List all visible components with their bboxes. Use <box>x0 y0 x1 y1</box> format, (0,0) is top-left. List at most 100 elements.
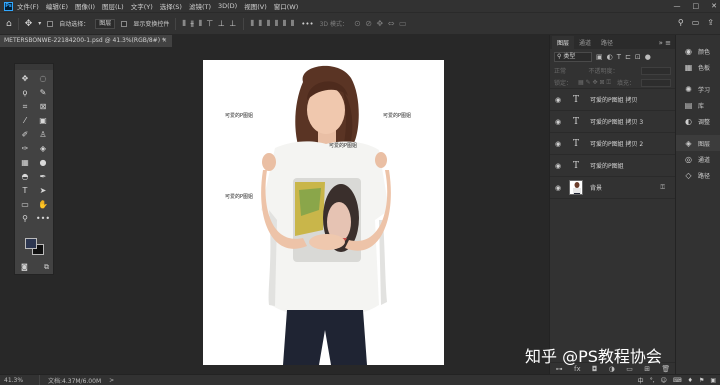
zoom-tool-icon[interactable]: ⚲ <box>16 212 34 226</box>
path-select-tool-icon[interactable]: ➤ <box>34 184 52 198</box>
canvas-text-layer[interactable]: 可爱的P图姐 <box>225 112 253 119</box>
menu-filter[interactable]: 滤镜(T) <box>189 1 211 11</box>
fill-field[interactable] <box>640 78 671 87</box>
auto-select-checkbox[interactable] <box>47 20 54 27</box>
layer-row[interactable]: ◉ T 可爱的P图姐 拷贝 <box>550 89 675 111</box>
close-button[interactable]: ✕ <box>711 2 717 10</box>
canvas-text-layer[interactable]: 可爱的P图姐 <box>225 193 253 200</box>
more-tools-icon[interactable]: ••• <box>34 212 52 226</box>
filter-pixel-icon[interactable]: ▣ <box>596 53 603 61</box>
menu-select[interactable]: 选择(S) <box>160 1 182 11</box>
menu-3d[interactable]: 3D(D) <box>218 2 237 10</box>
blend-mode-dropdown[interactable]: 正常 <box>554 66 566 75</box>
document-canvas[interactable]: 可爱的P图姐 可爱的P图姐 可爱的P图姐 可爱的P图姐 <box>203 60 444 365</box>
auto-select-dropdown[interactable]: 图层 <box>95 18 116 29</box>
3d-mode-icons[interactable]: ⊙ ⊘ ✥ ⇔ ▭ <box>354 19 408 28</box>
stamp-tool-icon[interactable]: ♙ <box>34 128 52 142</box>
align-buttons-icon[interactable]: ⫴ ⫵ ⫴ ⊤ ⊥ ⊥ <box>182 19 237 29</box>
move-tool-icon[interactable]: ✥ <box>25 19 33 29</box>
filter-smart-icon[interactable]: ⊡ <box>635 53 641 61</box>
tab-channels[interactable]: 通道 <box>574 36 596 49</box>
menu-view[interactable]: 视图(V) <box>244 1 267 11</box>
tab-paths[interactable]: 路径 <box>596 36 618 49</box>
menu-image[interactable]: 图像(I) <box>75 1 95 11</box>
move-tool-icon[interactable]: ✥ <box>16 72 34 86</box>
layer-name[interactable]: 可爱的P图姐 拷贝 <box>590 95 638 104</box>
delete-layer-icon[interactable]: 🗑 <box>661 365 670 373</box>
canvas-text-layer[interactable]: 可爱的P图姐 <box>383 112 411 119</box>
ime-indicator[interactable]: 中 <box>638 376 644 385</box>
crop-tool-icon[interactable]: ⌗ <box>16 100 34 114</box>
layer-name[interactable]: 可爱的P图姐 拷贝 3 <box>590 117 643 126</box>
menu-type[interactable]: 文字(Y) <box>131 1 153 11</box>
visibility-eye-icon[interactable]: ◉ <box>550 118 566 126</box>
dock-item-paths[interactable]: ◇ 路径 <box>676 167 720 183</box>
menu-layer[interactable]: 图层(L) <box>102 1 124 11</box>
tray-item[interactable]: ▣ <box>710 377 716 384</box>
type-tool-icon[interactable]: T <box>16 184 34 198</box>
tray-item[interactable]: ⚑ <box>699 377 704 384</box>
distribute-buttons-icon[interactable]: ⦀ ⦀ ⦀ ⦀ ⦀ ⦀ <box>250 19 295 29</box>
quick-select-tool-icon[interactable]: ✎ <box>34 86 52 100</box>
quick-mask-icon[interactable]: ◙ <box>21 263 28 272</box>
dock-item-swatches[interactable]: ▦ 色板 <box>676 59 720 75</box>
visibility-eye-icon[interactable]: ◉ <box>550 140 566 148</box>
marquee-tool-icon[interactable]: ◌ <box>34 72 52 86</box>
show-transform-checkbox[interactable] <box>121 20 128 27</box>
search-icon[interactable]: ⚲ <box>678 18 684 27</box>
dock-item-color[interactable]: ◉ 颜色 <box>676 43 720 59</box>
visibility-eye-icon[interactable]: ◉ <box>550 162 566 170</box>
patch-tool-icon[interactable]: ▣ <box>34 114 52 128</box>
tray-item[interactable]: °, <box>650 377 655 384</box>
layer-row[interactable]: ◉ T 可爱的P图姐 拷贝 3 <box>550 111 675 133</box>
screen-mode-icon[interactable]: ⧉ <box>44 263 49 272</box>
document-tab[interactable]: METERSBONWE-22184200-1.psd @ 41.3%(RGB/8… <box>0 35 172 47</box>
visibility-eye-icon[interactable]: ◉ <box>550 96 566 104</box>
layer-name[interactable]: 背景 <box>590 183 602 192</box>
lock-icons[interactable]: ▦ ✎ ✥ ⊠ ⚿ <box>578 79 611 87</box>
tray-item[interactable]: ☺ <box>661 377 667 384</box>
hand-tool-icon[interactable]: ✋ <box>34 198 52 212</box>
gradient-tool-icon[interactable]: ▦ <box>16 156 34 170</box>
menu-edit[interactable]: 编辑(E) <box>46 1 68 11</box>
layer-row[interactable]: ◉ T 可爱的P图姐 <box>550 155 675 177</box>
dock-item-learn[interactable]: ✺ 学习 <box>676 81 720 97</box>
zoom-level[interactable]: 41.3% <box>0 374 40 385</box>
status-menu-arrow[interactable]: > <box>109 377 114 384</box>
workspace-icon[interactable]: ▭ <box>692 18 700 27</box>
foreground-color-swatch[interactable] <box>25 238 37 249</box>
filter-type-icon[interactable]: T <box>617 53 621 61</box>
layer-name[interactable]: 可爱的P图姐 拷贝 2 <box>590 139 643 148</box>
close-tab-icon[interactable]: × <box>162 35 167 47</box>
pen-tool-icon[interactable]: ✒ <box>34 170 52 184</box>
dodge-tool-icon[interactable]: ◓ <box>16 170 34 184</box>
share-icon[interactable]: ⇪ <box>707 18 714 27</box>
rectangle-tool-icon[interactable]: ▭ <box>16 198 34 212</box>
filter-adjust-icon[interactable]: ◐ <box>607 53 613 61</box>
filter-toggle-icon[interactable]: ● <box>645 53 651 61</box>
panel-menu-icon[interactable]: » ≡ <box>659 39 671 47</box>
frame-tool-icon[interactable]: ⊠ <box>34 100 52 114</box>
blur-tool-icon[interactable]: ● <box>34 156 52 170</box>
layer-name[interactable]: 可爱的P图姐 <box>590 161 624 170</box>
layer-filter-dropdown[interactable]: ⚲ 类型 <box>554 51 592 62</box>
minimize-button[interactable]: — <box>674 2 681 10</box>
maximize-button[interactable]: □ <box>693 2 700 10</box>
history-brush-icon[interactable]: ✑ <box>16 142 34 156</box>
dock-item-libraries[interactable]: ▤ 库 <box>676 97 720 113</box>
tab-layers[interactable]: 图层 <box>552 36 575 49</box>
tray-item[interactable]: ♦ <box>688 377 693 384</box>
eraser-tool-icon[interactable]: ◈ <box>34 142 52 156</box>
home-icon[interactable]: ⌂ <box>6 19 12 29</box>
opacity-field[interactable] <box>641 66 671 75</box>
canvas-text-layer[interactable]: 可爱的P图姐 <box>329 142 357 149</box>
layer-row[interactable]: ◉ 背景 ⚿ <box>550 177 675 199</box>
menu-window[interactable]: 窗口(W) <box>274 1 299 11</box>
dock-item-adjustments[interactable]: ◐ 调整 <box>676 113 720 129</box>
visibility-eye-icon[interactable]: ◉ <box>550 184 566 192</box>
lasso-tool-icon[interactable]: ϙ <box>16 86 34 100</box>
chevron-down-icon[interactable]: ▾ <box>38 20 41 27</box>
brush-tool-icon[interactable]: ✐ <box>16 128 34 142</box>
filter-shape-icon[interactable]: ⊏ <box>625 53 631 61</box>
layer-row[interactable]: ◉ T 可爱的P图姐 拷贝 2 <box>550 133 675 155</box>
